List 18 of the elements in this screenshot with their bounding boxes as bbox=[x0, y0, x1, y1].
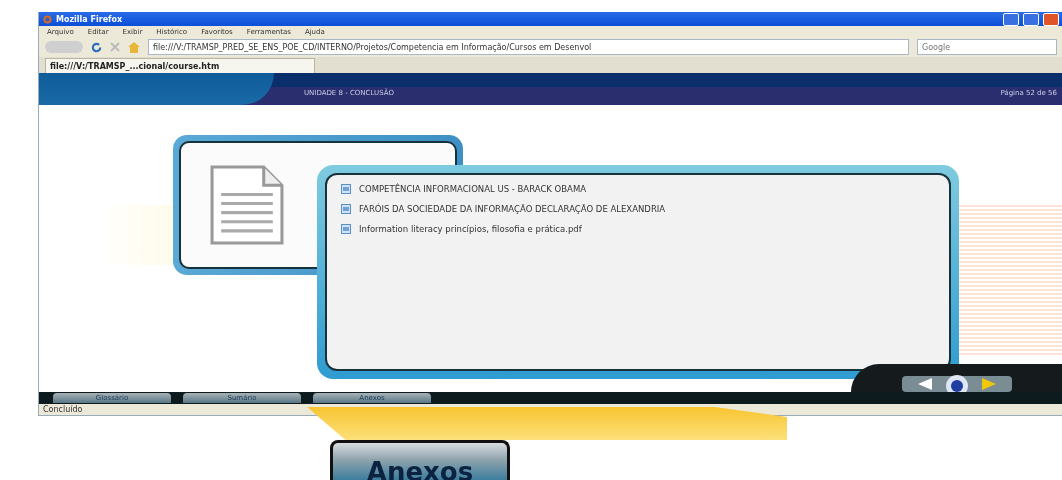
search-field[interactable]: Google bbox=[917, 39, 1057, 55]
maximize-button[interactable] bbox=[1023, 12, 1039, 26]
file-icon bbox=[341, 204, 351, 214]
attachment-link[interactable]: FARÓIS DA SOCIEDADE DA INFORMAÇÃO DECLARAÇÃO DE ALEXANDRIA bbox=[341, 203, 781, 215]
file-icon bbox=[341, 224, 351, 234]
minimize-button[interactable] bbox=[1003, 12, 1019, 26]
attachment-link[interactable]: COMPETÊNCIA INFORMACIONAL US - BARACK OBAMA bbox=[341, 183, 781, 195]
document-icon bbox=[209, 163, 285, 247]
file-icon bbox=[341, 184, 351, 194]
reload-icon[interactable] bbox=[91, 41, 102, 53]
firefox-icon bbox=[43, 14, 52, 24]
navigation-controls-icon[interactable] bbox=[902, 372, 1012, 392]
status-text: Concluído bbox=[43, 405, 83, 414]
attachment-link[interactable]: Information literacy princípios, filosofia e prática.pdf bbox=[341, 223, 781, 235]
window-title: Mozilla Firefox bbox=[56, 14, 123, 24]
close-button[interactable] bbox=[1043, 12, 1059, 26]
address-field[interactable]: file:///V:/TRAMSP_PRED_SE_ENS_POE_CD/INTERNO/Projetos/Competencia em Informação/Cursos em Desenvol bbox=[148, 39, 909, 55]
browser-tab[interactable]: file:///V:/TRAMSP_...cional/course.htm bbox=[45, 58, 315, 73]
